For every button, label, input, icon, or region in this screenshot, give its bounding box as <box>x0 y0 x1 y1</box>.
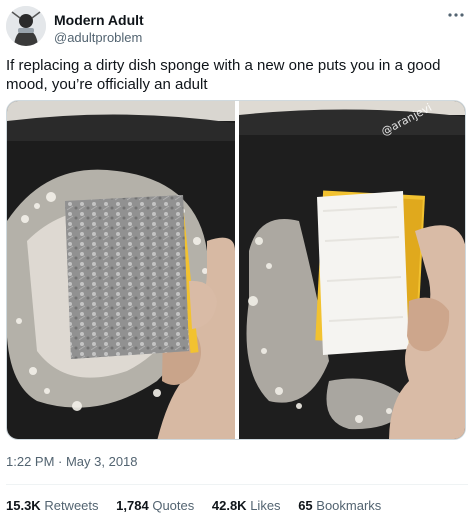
likes-stat[interactable]: 42.8K Likes <box>212 498 281 513</box>
retweets-stat[interactable]: 15.3K Retweets <box>6 498 99 513</box>
new-sponge-photo[interactable]: @aranjevi <box>239 101 465 439</box>
retweets-label: Retweets <box>44 498 99 513</box>
likes-label: Likes <box>250 498 281 513</box>
tweet-timestamp[interactable]: 1:22 PM · May 3, 2018 <box>6 454 138 469</box>
author-display-name[interactable]: Modern Adult <box>54 12 144 28</box>
more-horizontal-icon[interactable] <box>446 8 466 22</box>
bookmarks-stat[interactable]: 65 Bookmarks <box>298 498 381 513</box>
bookmarks-label: Bookmarks <box>316 498 382 513</box>
retweets-count: 15.3K <box>6 498 41 513</box>
dirty-sponge-photo[interactable] <box>7 101 235 439</box>
tweet-text: If replacing a dirty dish sponge with a … <box>6 57 441 93</box>
engagement-stats: 15.3K Retweets 1,784 Quotes 42.8K Likes … <box>6 498 395 513</box>
avatar[interactable] <box>6 6 46 46</box>
likes-count: 42.8K <box>211 498 247 513</box>
tweet-header: Modern Adult @adultproblem <box>6 6 468 46</box>
tweet-media[interactable]: @aranjevi <box>6 100 466 440</box>
profile-photo-icon <box>6 6 46 46</box>
quotes-stat[interactable]: 1,784 Quotes <box>116 498 194 513</box>
quotes-label: Quotes <box>152 498 195 513</box>
quotes-count: 1,784 <box>116 498 149 513</box>
bookmarks-count: 65 <box>298 498 313 513</box>
divider <box>6 484 468 485</box>
author-handle[interactable]: @adultproblem <box>54 30 142 45</box>
